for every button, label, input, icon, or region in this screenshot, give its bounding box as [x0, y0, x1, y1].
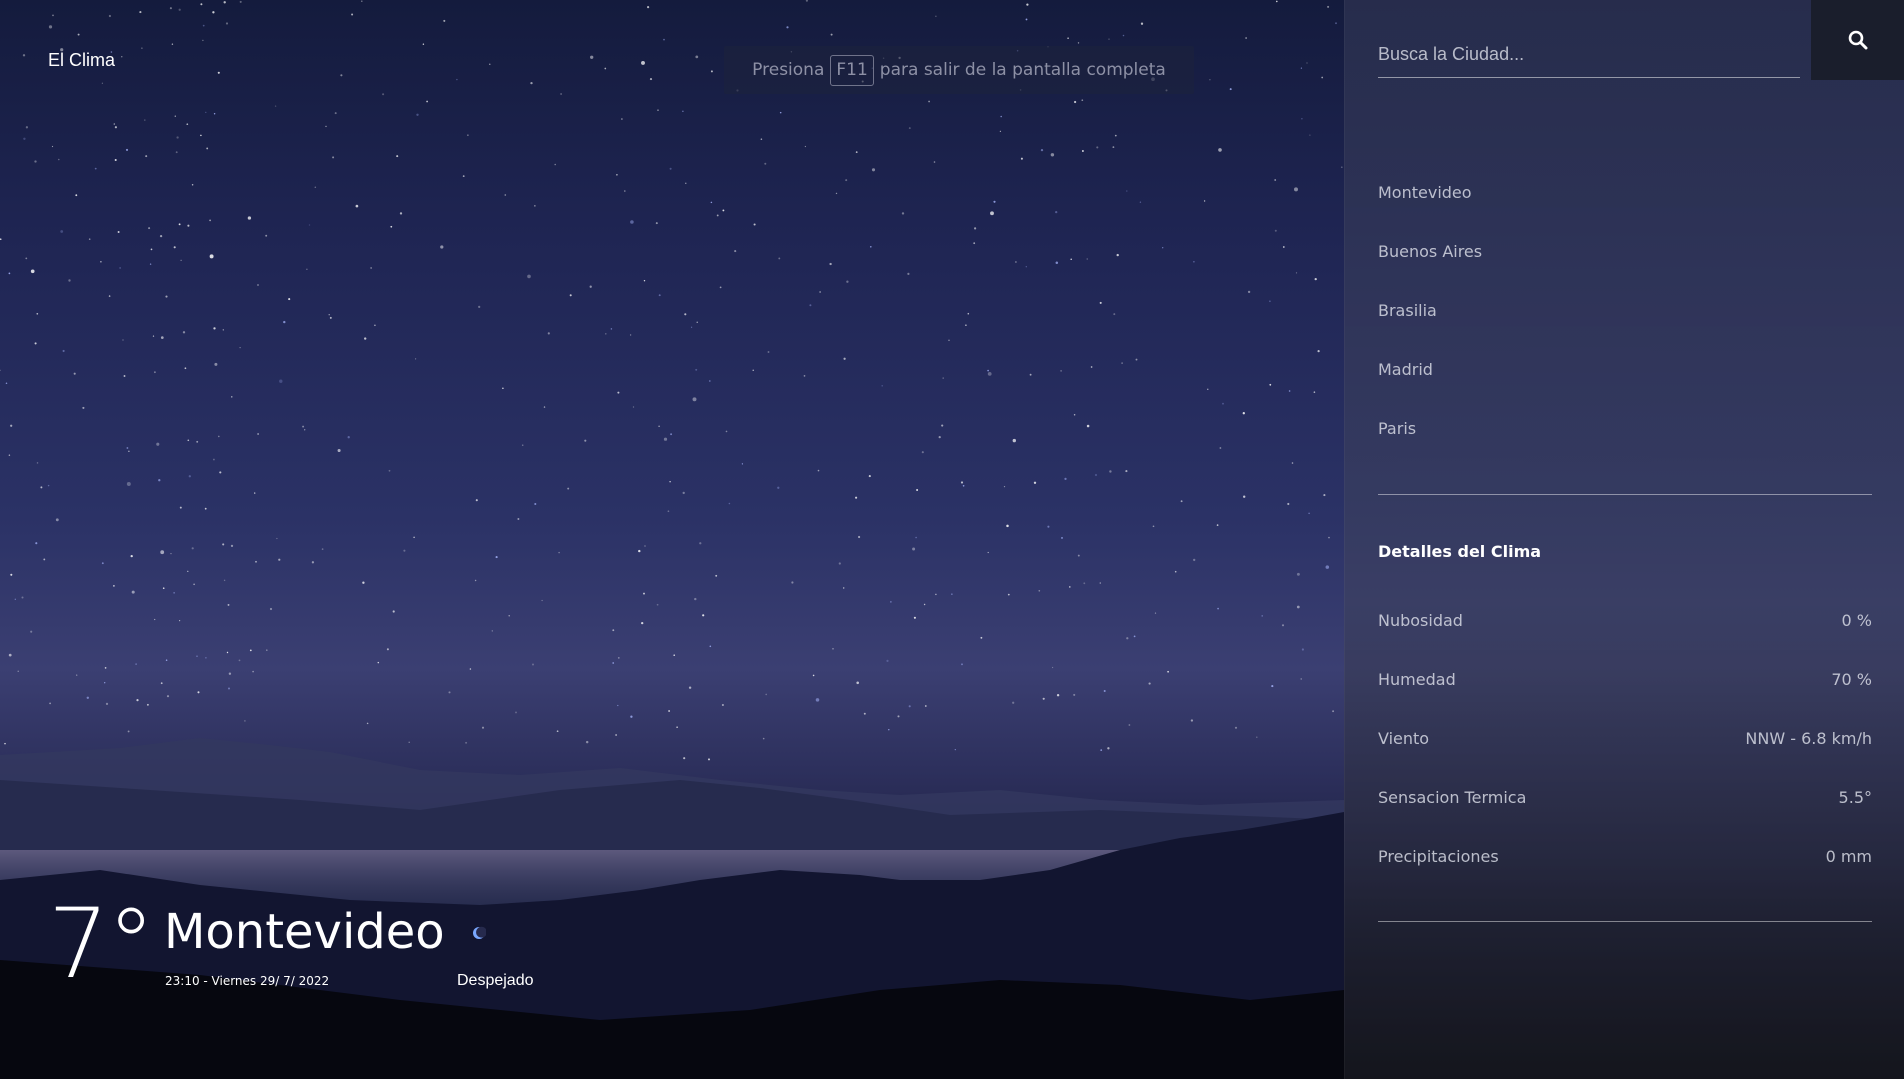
details-title: Detalles del Clima: [1378, 542, 1542, 561]
detail-value: NNW - 6.8 km/h: [1745, 728, 1872, 748]
divider: [1378, 921, 1872, 922]
detail-value: 0 %: [1841, 610, 1872, 630]
app-title[interactable]: El Clima: [48, 50, 115, 71]
crescent-moon-icon: [473, 926, 486, 939]
fullscreen-hint: Presiona F11 para salir de la pantalla c…: [724, 46, 1194, 94]
detail-label: Nubosidad: [1378, 610, 1463, 630]
condition-label: Despejado: [457, 972, 534, 989]
city-item-montevideo[interactable]: Montevideo: [1378, 170, 1872, 229]
detail-row-sensacion-termica: Sensacion Termica 5.5°: [1378, 785, 1872, 809]
detail-value: 0 mm: [1825, 846, 1872, 866]
f11-key-label: F11: [830, 54, 874, 86]
detail-label: Sensacion Termica: [1378, 787, 1527, 807]
city-item-buenos-aires[interactable]: Buenos Aires: [1378, 229, 1872, 288]
city-list: Montevideo Buenos Aires Brasilia Madrid …: [1378, 170, 1872, 465]
detail-value: 70 %: [1831, 669, 1872, 689]
city-search-input[interactable]: [1378, 34, 1800, 74]
city-item-brasilia[interactable]: Brasilia: [1378, 288, 1872, 347]
divider: [1378, 494, 1872, 495]
fullscreen-hint-before: Presiona: [752, 60, 825, 80]
detail-row-viento: Viento NNW - 6.8 km/h: [1378, 726, 1872, 750]
detail-row-nubosidad: Nubosidad 0 %: [1378, 608, 1872, 632]
city-item-paris[interactable]: Paris: [1378, 406, 1872, 465]
search-field: [1378, 34, 1800, 78]
search-button[interactable]: [1811, 0, 1904, 80]
detail-label: Humedad: [1378, 669, 1456, 689]
city-item-madrid[interactable]: Madrid: [1378, 347, 1872, 406]
side-panel: Montevideo Buenos Aires Brasilia Madrid …: [1344, 0, 1904, 1079]
current-datetime: 23:10 - Viernes 29/ 7/ 2022: [165, 974, 330, 988]
detail-value: 5.5°: [1838, 787, 1872, 807]
weather-app: El Clima Presiona F11 para salir de la p…: [0, 0, 1904, 1079]
detail-row-precipitaciones: Precipitaciones 0 mm: [1378, 844, 1872, 868]
detail-label: Viento: [1378, 728, 1430, 748]
fullscreen-hint-after: para salir de la pantalla completa: [879, 60, 1166, 80]
current-city-name: Montevideo: [164, 904, 445, 960]
detail-label: Precipitaciones: [1378, 846, 1499, 866]
search-icon: [1848, 30, 1868, 50]
temperature-value: 7°: [48, 888, 155, 1000]
detail-row-humedad: Humedad 70 %: [1378, 667, 1872, 691]
